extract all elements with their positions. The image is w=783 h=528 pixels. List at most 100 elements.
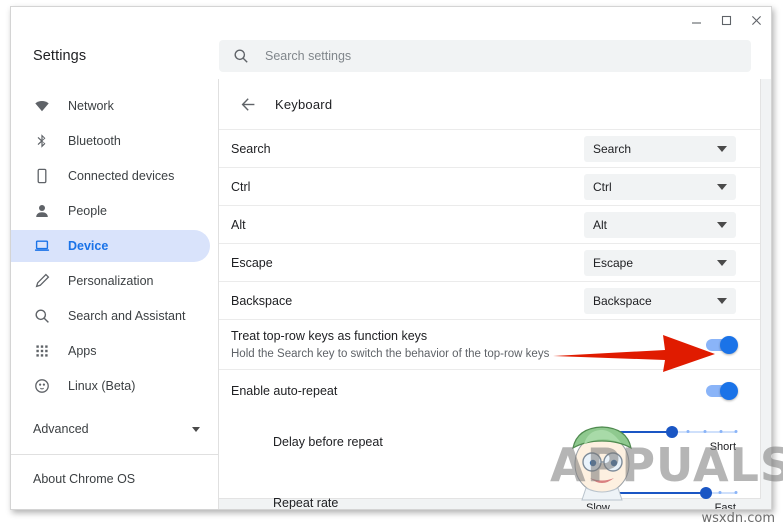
slider-label: Delay before repeat xyxy=(273,434,383,449)
search-key-select[interactable]: Search xyxy=(584,135,736,162)
setting-subtitle: Hold the Search key to switch the behavi… xyxy=(231,347,550,360)
sidebar-item-label: Connected devices xyxy=(68,168,175,183)
sidebar-item-label: Bluetooth xyxy=(68,133,121,148)
select-value: Escape xyxy=(593,255,634,270)
search-icon xyxy=(33,308,50,325)
sidebar-item-search-and-assistant[interactable]: Search and Assistant xyxy=(11,300,210,332)
slider-min-label: Long xyxy=(586,440,611,453)
sidebar-item-bluetooth[interactable]: Bluetooth xyxy=(11,125,210,157)
about-label: About Chrome OS xyxy=(33,472,136,486)
sidebar-item-label: Search and Assistant xyxy=(68,308,186,323)
sidebar-item-device[interactable]: Device xyxy=(11,230,210,262)
select-value: Ctrl xyxy=(593,179,612,194)
function-keys-toggle[interactable] xyxy=(706,335,738,354)
search-input[interactable] xyxy=(263,48,734,64)
chevron-down-icon xyxy=(192,426,200,432)
person-icon xyxy=(33,203,50,220)
setting-title: Treat top-row keys as function keys xyxy=(231,328,428,343)
slider-track[interactable] xyxy=(586,425,738,438)
chevron-down-icon xyxy=(717,221,727,228)
maximize-icon[interactable] xyxy=(711,8,741,32)
slider-max-label: Short xyxy=(709,440,736,453)
slider-tick xyxy=(734,490,738,494)
content-area: Keyboard Search Search Ctrl Ctrl Alt Alt… xyxy=(219,79,771,509)
row-label: Search xyxy=(231,141,271,156)
slider-tick xyxy=(718,490,721,494)
slider-scale-labels: Slow Fast xyxy=(586,502,736,510)
sidebar-item-network[interactable]: Network xyxy=(11,90,210,122)
backspace-key-select[interactable]: Backspace xyxy=(584,287,736,314)
table-row: Treat top-row keys as function keys Hold… xyxy=(219,319,760,369)
sidebar-item-label: Personalization xyxy=(68,273,154,288)
slider-tick xyxy=(719,429,723,433)
slider-thumb[interactable] xyxy=(665,425,678,438)
repeat-rate-slider[interactable]: Slow Fast xyxy=(586,486,738,510)
sidebar: Network Bluetooth Connected devices Peop… xyxy=(11,79,219,509)
search-icon xyxy=(233,48,249,64)
chevron-down-icon xyxy=(717,145,727,152)
table-row: Escape Escape xyxy=(219,243,760,281)
sidebar-item-label: Device xyxy=(68,238,109,253)
row-label: Alt xyxy=(231,217,246,232)
table-row: Ctrl Ctrl xyxy=(219,167,760,205)
select-value: Backspace xyxy=(593,293,652,308)
select-value: Alt xyxy=(593,217,608,232)
slider-tick xyxy=(734,429,738,433)
slider-track[interactable] xyxy=(586,486,738,499)
bluetooth-icon xyxy=(33,133,50,150)
slider-thumb[interactable] xyxy=(700,486,712,499)
app-header: Settings xyxy=(11,33,771,80)
slider-scale-labels: Long Short xyxy=(586,441,736,453)
repeat-rate-row: Repeat rate Slow Fast xyxy=(219,472,760,509)
auto-repeat-toggle[interactable] xyxy=(706,381,738,400)
slider-label: Repeat rate xyxy=(273,495,339,510)
chevron-down-icon xyxy=(717,297,727,304)
toggle-knob xyxy=(720,381,738,400)
slider-filled xyxy=(586,430,672,433)
app-title: Settings xyxy=(33,48,87,64)
window-titlebar xyxy=(11,7,771,33)
select-value: Search xyxy=(593,141,632,156)
sidebar-item-connected-devices[interactable]: Connected devices xyxy=(11,160,210,192)
close-icon[interactable] xyxy=(741,8,771,32)
arrow-left-icon[interactable] xyxy=(235,91,261,117)
sidebar-item-personalization[interactable]: Personalization xyxy=(11,265,210,297)
sidebar-advanced-toggle[interactable]: Advanced xyxy=(11,412,218,446)
chevron-down-icon xyxy=(717,259,727,266)
setting-title: Enable auto-repeat xyxy=(231,383,338,398)
table-row: Backspace Backspace xyxy=(219,281,760,319)
sidebar-item-linux-beta[interactable]: Linux (Beta) xyxy=(11,370,210,402)
window-body: Network Bluetooth Connected devices Peop… xyxy=(11,79,771,509)
laptop-icon xyxy=(33,238,50,255)
delay-before-repeat-row: Delay before repeat Long Short xyxy=(219,411,760,472)
screenshot-root: Settings Network xyxy=(0,0,783,528)
chevron-down-icon xyxy=(717,183,727,190)
table-row: Alt Alt xyxy=(219,205,760,243)
table-row: Search Search xyxy=(219,129,760,167)
sidebar-item-people[interactable]: People xyxy=(11,195,210,227)
ctrl-key-select[interactable]: Ctrl xyxy=(584,173,736,200)
delay-before-repeat-slider[interactable]: Long Short xyxy=(586,425,738,453)
sidebar-item-label: Linux (Beta) xyxy=(68,378,136,393)
watermark-bottom-text: wsxdn.com xyxy=(701,511,776,526)
keyboard-settings-card: Keyboard Search Search Ctrl Ctrl Alt Alt… xyxy=(219,79,761,509)
brush-icon xyxy=(33,273,50,290)
alt-key-select[interactable]: Alt xyxy=(584,211,736,238)
row-label: Escape xyxy=(231,255,273,270)
slider-min-label: Slow xyxy=(586,501,610,510)
sidebar-item-about-chrome-os[interactable]: About Chrome OS xyxy=(11,461,218,497)
row-label: Backspace xyxy=(231,293,293,308)
wifi-icon xyxy=(33,98,50,115)
table-row: Enable auto-repeat xyxy=(219,369,760,411)
linux-penguin-icon xyxy=(33,378,50,395)
settings-window: Settings Network xyxy=(10,6,772,510)
search-settings-box[interactable] xyxy=(219,40,751,72)
sidebar-item-apps[interactable]: Apps xyxy=(11,335,210,367)
function-keys-setting: Treat top-row keys as function keys Hold… xyxy=(231,328,549,362)
page-title: Keyboard xyxy=(275,96,333,112)
phone-icon xyxy=(33,168,50,185)
row-label: Ctrl xyxy=(231,179,251,194)
minimize-icon[interactable] xyxy=(681,8,711,32)
sidebar-divider xyxy=(11,454,218,455)
escape-key-select[interactable]: Escape xyxy=(584,249,736,276)
